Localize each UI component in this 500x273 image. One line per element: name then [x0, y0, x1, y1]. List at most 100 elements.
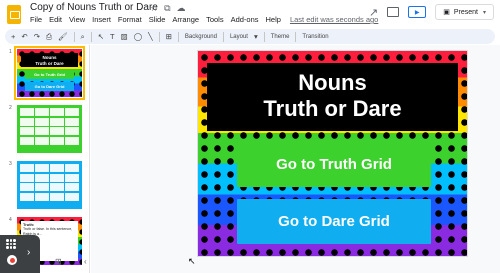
thumb-grid-cell [50, 117, 64, 126]
thumb-grid-cell [35, 136, 49, 145]
thumb-grid-cell [20, 192, 34, 201]
background-button[interactable]: Background [185, 34, 217, 40]
thumb-grid [17, 161, 82, 204]
present-button[interactable]: ▣ Present ▾ [435, 4, 494, 20]
toolbar-divider [177, 31, 179, 42]
slide-canvas: Nouns Truth or Dare Go to Truth Grid Go … [91, 45, 500, 273]
slides-logo-icon[interactable] [7, 5, 21, 24]
thumb-title-line: Truth or Dare [35, 60, 64, 66]
thumb-grid-cell [65, 164, 79, 172]
slide-title-box[interactable]: Nouns Truth or Dare [207, 63, 458, 131]
toolbar-divider [73, 31, 75, 42]
new-slide-icon[interactable]: + [11, 33, 15, 41]
add-comment-icon[interactable]: ⊞ [166, 33, 172, 41]
thumb-grid-cell [20, 108, 34, 116]
thumb-grid-cell [50, 173, 64, 182]
thumb-grid-cell [50, 108, 64, 116]
toolbar-divider [90, 31, 92, 42]
thumb-grid-cell [65, 108, 79, 116]
comment-icon[interactable] [387, 7, 400, 17]
thumb-grid-cell [20, 117, 34, 126]
thumb-grid-cell [50, 183, 64, 191]
menu-tools[interactable]: Tools [206, 15, 224, 24]
theme-button[interactable]: Theme [271, 34, 290, 40]
menu-edit[interactable]: Edit [49, 15, 62, 24]
star-icon[interactable]: ☆ [150, 3, 158, 14]
menu-insert[interactable]: Insert [92, 15, 111, 24]
transition-button[interactable]: Transition [302, 34, 328, 40]
line-icon[interactable]: ╲ [148, 33, 153, 41]
go-to-dare-grid-button[interactable]: Go to Dare Grid [237, 199, 431, 244]
present-label: Present [453, 8, 478, 16]
select-cursor-icon[interactable]: ↖ [98, 33, 104, 41]
current-slide[interactable]: Nouns Truth or Dare Go to Truth Grid Go … [198, 51, 467, 256]
thumb-grid-cell [65, 127, 79, 135]
record-icon[interactable] [7, 255, 17, 265]
toolbar-divider [222, 31, 224, 42]
toolbar: + ↶ ↷ ⎙ 🖌 ⌕ ↖ T ▨ ◯ ╲ ⊞ Background Layou… [5, 29, 495, 44]
thumb-grid-cell [35, 108, 49, 116]
menu-add-ons[interactable]: Add-ons [231, 15, 259, 24]
activity-trend-icon[interactable]: ↗ [369, 6, 378, 19]
move-folder-icon[interactable]: ⧉ [164, 3, 170, 14]
apps-grid-icon[interactable] [6, 239, 16, 249]
document-title[interactable]: Copy of Nouns Truth or Dare [30, 2, 158, 13]
thumb-grid-cell [35, 183, 49, 191]
text-box-icon[interactable]: T [110, 33, 115, 41]
slides-app: Copy of Nouns Truth or Dare ☆ ⧉ ☁ File E… [0, 0, 500, 273]
thumb-title-box: Nouns Truth or Dare [21, 53, 78, 67]
thumb-grid-cell [65, 192, 79, 201]
present-dropdown-icon[interactable]: ▾ [483, 9, 486, 16]
meet-video-icon[interactable]: ▶ [408, 6, 427, 18]
title-actions: ☆ ⧉ ☁ [150, 3, 186, 14]
last-edit-link[interactable]: Last edit was seconds ago [290, 15, 378, 24]
menu-file[interactable]: File [30, 15, 42, 24]
thumb-dare-button: Go to Dare Grid [25, 82, 74, 91]
toolbar-divider [158, 31, 160, 42]
thumb-grid-cell [35, 117, 49, 126]
cloud-status-icon[interactable]: ☁ [177, 3, 186, 14]
thumb-grid-cell [65, 183, 79, 191]
collapse-filmstrip-icon[interactable]: ‹ [84, 257, 87, 266]
thumb-grid-cell [65, 173, 79, 182]
thumb-grid-cell [50, 127, 64, 135]
present-icon: ▣ [443, 9, 450, 16]
go-to-truth-grid-button[interactable]: Go to Truth Grid [237, 142, 431, 187]
slide-thumbnail-2[interactable] [17, 105, 82, 153]
image-icon[interactable]: ▨ [121, 33, 128, 41]
layout-dropdown-icon[interactable]: ▾ [254, 33, 258, 41]
thumb-grid-cell [65, 136, 79, 145]
grid-view-icon[interactable]: ⊞ [55, 257, 62, 266]
menu-help[interactable]: Help [266, 15, 281, 24]
slide-thumbnail-1[interactable]: Nouns Truth or Dare Go to Truth Grid Go … [14, 46, 85, 100]
slide-title-line-2: Truth or Dare [263, 96, 402, 121]
menu-arrange[interactable]: Arrange [172, 15, 199, 24]
menu-format[interactable]: Format [118, 15, 142, 24]
mouse-cursor-icon: ↖ [188, 256, 196, 266]
app-header: Copy of Nouns Truth or Dare ☆ ⧉ ☁ File E… [0, 0, 500, 28]
thumb-grid-cell [50, 136, 64, 145]
thumb-grid-cell [50, 192, 64, 201]
thumb-grid-cell [65, 117, 79, 126]
paint-format-icon[interactable]: 🖌 [58, 33, 68, 41]
layout-button[interactable]: Layout [230, 34, 248, 40]
zoom-icon[interactable]: ⌕ [81, 33, 85, 41]
slide-thumbnail-3[interactable] [17, 161, 82, 209]
chevron-right-icon[interactable]: › [27, 247, 30, 258]
thumb-card-heading: Truth: [23, 222, 35, 227]
menu-bar: File Edit View Insert Format Slide Arran… [30, 15, 378, 24]
undo-icon[interactable]: ↶ [21, 33, 27, 41]
shape-icon[interactable]: ◯ [134, 33, 142, 41]
thumb-grid-cell [20, 127, 34, 135]
print-icon[interactable]: ⎙ [46, 33, 52, 41]
thumb-grid-cell [35, 127, 49, 135]
slide-number: 3 [9, 161, 12, 167]
recording-controls: › [0, 235, 40, 273]
menu-slide[interactable]: Slide [149, 15, 166, 24]
redo-icon[interactable]: ↷ [34, 33, 40, 41]
slide-number: 1 [9, 49, 12, 55]
slide-number: 4 [9, 217, 12, 223]
thumb-grid-cell [35, 173, 49, 182]
menu-view[interactable]: View [69, 15, 85, 24]
slide-number: 2 [9, 105, 12, 111]
